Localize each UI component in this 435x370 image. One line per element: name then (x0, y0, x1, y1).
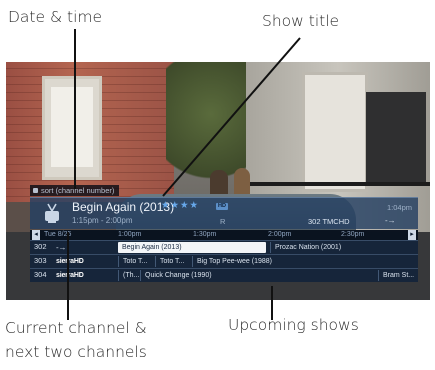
callout-current-channel-line2: next two channels (5, 343, 147, 361)
show-rated: R (220, 217, 226, 226)
show-info-bar: Begin Again (2013) ★★★★ HD 1:15pm - 2:00… (30, 197, 418, 229)
scroll-left-arrow-icon[interactable]: ◂ (32, 230, 40, 240)
program-cell-selected[interactable]: Begin Again (2013) (118, 242, 266, 253)
guide-grid: ◂ Tue 8/25 1:00pm 1:30pm 2:00pm 2:30pm ▸… (30, 230, 418, 282)
sort-icon (33, 188, 38, 193)
sort-label-text: sort (channel number) (41, 186, 115, 195)
callout-show-title: Show title (262, 12, 340, 30)
channel-arrow-icon: -→ (56, 243, 67, 252)
guide-row-current[interactable]: 302 -→ Begin Again (2013) Prozac Nation … (30, 240, 418, 253)
program-cell[interactable]: Big Top Pee-wee (1988) (192, 256, 418, 267)
show-time: 1:15pm - 2:00pm (72, 216, 133, 225)
time-slot-4: 2:30pm (341, 231, 365, 238)
channel-call-sign: 302 TMCHD (308, 217, 350, 226)
guide-row-next[interactable]: 303 sierraHD Toto T... Toto T... Big Top… (30, 254, 418, 267)
callout-current-channel-line1: Current channel & (5, 319, 147, 337)
channel-number: 302 (34, 242, 47, 251)
time-slot-1: 1:00pm (118, 231, 142, 238)
program-cell[interactable]: (Th... (118, 270, 140, 281)
rating-stars: ★★★★ (161, 200, 200, 211)
time-slot-3: 2:00pm (268, 231, 292, 238)
show-title: Begin Again (2013) (72, 200, 175, 214)
program-cell[interactable]: Prozac Nation (2001) (270, 242, 418, 253)
guide-row-next-2[interactable]: 304 sierraHD (Th... Quick Change (1990) … (30, 268, 418, 281)
channel-number: 304 (34, 270, 47, 279)
callout-current-channel: Current channel & next two channels (5, 316, 175, 364)
channel-logo: sierraHD (56, 272, 84, 279)
leader-line-date-time (74, 29, 76, 189)
channel-logo: sierraHD (56, 258, 84, 265)
scroll-right-arrow-icon[interactable]: ▸ (408, 230, 416, 240)
tv-antenna-icon (45, 203, 59, 223)
leader-line-upcoming-shows (271, 286, 273, 320)
channel-number: 303 (34, 256, 47, 265)
tv-screen: sort (channel number) Begin Again (2013)… (6, 62, 430, 300)
time-slot-2: 1:30pm (193, 231, 217, 238)
channel-arrow-icon: -→ (385, 216, 396, 225)
hd-badge: HD (216, 203, 228, 210)
leader-line-current-channel (67, 232, 69, 320)
callout-upcoming-shows: Upcoming shows (228, 316, 359, 334)
guide-grid-header: ◂ Tue 8/25 1:00pm 1:30pm 2:00pm 2:30pm ▸ (30, 230, 418, 240)
program-cell[interactable]: Toto T... (155, 256, 192, 267)
clock-time: 1:04pm (387, 203, 413, 212)
program-cell[interactable]: Bram St... (378, 270, 418, 281)
program-cell[interactable]: Quick Change (1990) (140, 270, 378, 281)
program-cell[interactable]: Toto T... (118, 256, 155, 267)
callout-date-time: Date & time (8, 8, 103, 26)
